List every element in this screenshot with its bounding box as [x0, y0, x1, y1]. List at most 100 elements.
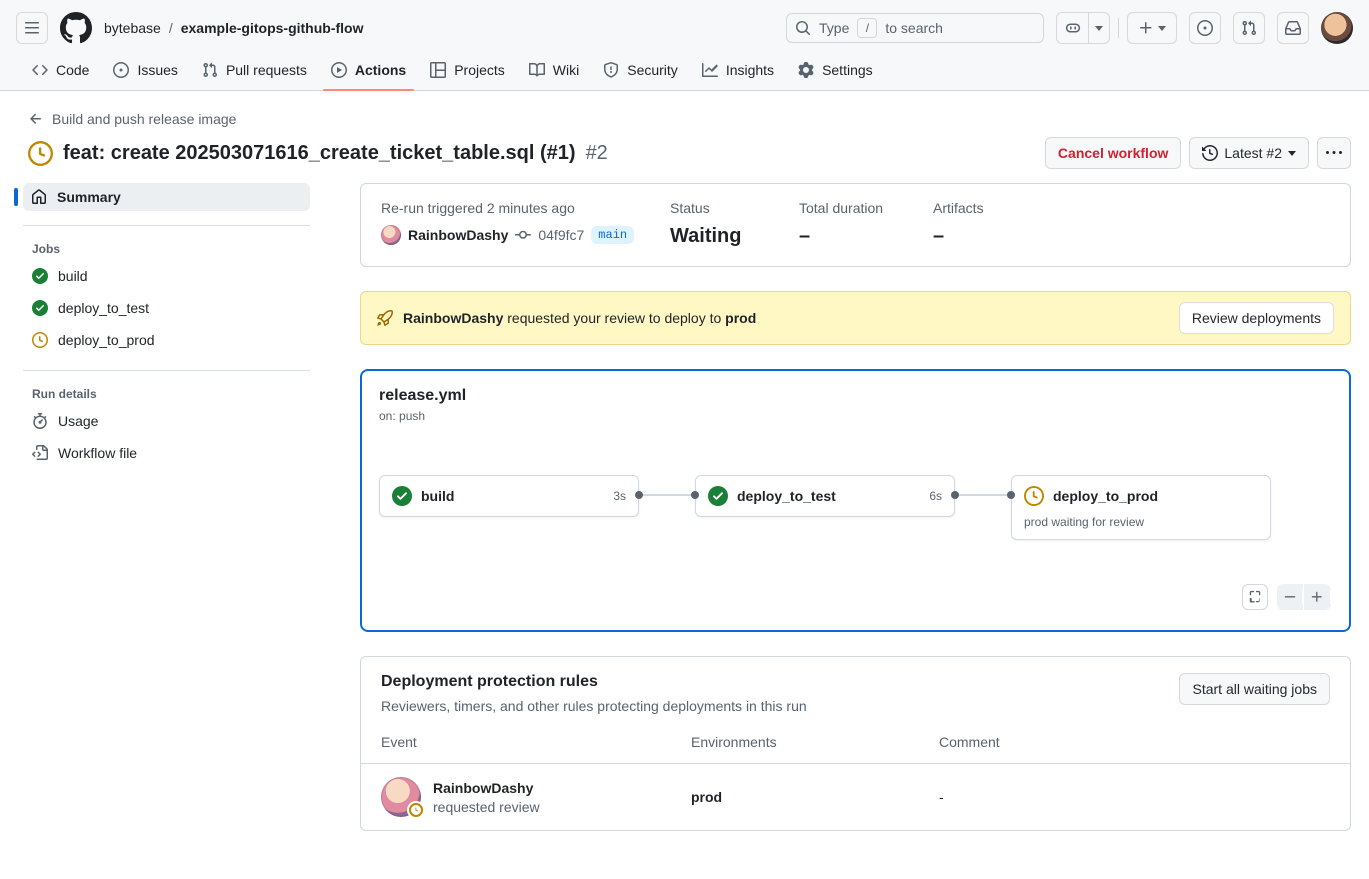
hamburger-menu-button[interactable] — [16, 12, 48, 44]
inbox-button[interactable] — [1277, 12, 1309, 44]
run-options-button[interactable] — [1317, 137, 1351, 169]
copilot-split-button — [1056, 12, 1110, 44]
graph-node-deploy-to-prod[interactable]: deploy_to_prod prod waiting for review — [1011, 475, 1271, 540]
run-detail-label: Usage — [58, 413, 98, 429]
graph-node-build[interactable]: build 3s — [379, 475, 639, 517]
node-label: deploy_to_test — [737, 488, 836, 504]
commit-sha[interactable]: 04f9fc7 — [538, 227, 584, 243]
tab-actions[interactable]: Actions — [323, 52, 414, 90]
actor-avatar[interactable] — [381, 225, 401, 245]
check-circle-icon — [32, 300, 48, 316]
tab-settings[interactable]: Settings — [790, 52, 881, 90]
repo-tab-nav: Code Issues Pull requests Actions Projec… — [16, 52, 1353, 90]
sidebar-item-usage[interactable]: Usage — [16, 405, 310, 437]
sidebar-job-build[interactable]: build — [16, 260, 310, 292]
tab-security[interactable]: Security — [595, 52, 686, 90]
fullscreen-button[interactable] — [1242, 584, 1268, 610]
sidebar-job-deploy-to-test[interactable]: deploy_to_test — [16, 292, 310, 324]
event-actor[interactable]: RainbowDashy — [433, 780, 540, 796]
global-header: bytebase / example-gitops-github-flow Ty… — [0, 0, 1369, 91]
pull-requests-dashboard-button[interactable] — [1233, 12, 1265, 44]
column-comment: Comment — [939, 734, 1330, 750]
gear-icon — [798, 62, 814, 78]
copilot-icon — [1065, 20, 1081, 36]
back-link[interactable]: Build and push release image — [28, 111, 236, 127]
plus-icon — [1138, 20, 1154, 36]
table-icon — [430, 62, 446, 78]
attempt-selector-label: Latest #2 — [1224, 145, 1282, 161]
cancel-workflow-button[interactable]: Cancel workflow — [1045, 137, 1181, 169]
tab-insights[interactable]: Insights — [694, 52, 782, 90]
tab-label: Insights — [726, 62, 774, 78]
jobs-heading: Jobs — [32, 242, 310, 256]
tab-label: Security — [627, 62, 678, 78]
banner-actor: RainbowDashy — [403, 310, 503, 326]
page-title: feat: create 202503071616_create_ticket_… — [63, 142, 576, 165]
duration-value: – — [799, 225, 933, 248]
job-label: deploy_to_test — [58, 300, 149, 316]
tab-code[interactable]: Code — [24, 52, 97, 90]
issues-dashboard-button[interactable] — [1189, 12, 1221, 44]
node-duration: 6s — [929, 489, 942, 503]
three-bars-icon — [24, 20, 40, 36]
job-label: deploy_to_prod — [58, 332, 155, 348]
breadcrumb-repo-link[interactable]: example-gitops-github-flow — [181, 20, 364, 36]
git-pull-request-icon — [1241, 20, 1257, 36]
issue-opened-icon — [113, 62, 129, 78]
tab-pull-requests[interactable]: Pull requests — [194, 52, 315, 90]
status-label: Status — [670, 200, 799, 216]
start-all-waiting-jobs-button[interactable]: Start all waiting jobs — [1179, 673, 1330, 705]
breadcrumb-owner-link[interactable]: bytebase — [104, 20, 161, 36]
review-deployments-button[interactable]: Review deployments — [1179, 302, 1334, 334]
workflow-graph: build 3s deploy_to_test 6s — [379, 475, 1332, 540]
attempt-selector-button[interactable]: Latest #2 — [1189, 137, 1309, 169]
tab-projects[interactable]: Projects — [422, 52, 513, 90]
kebab-horizontal-icon — [1326, 145, 1342, 161]
protection-rules-card: Deployment protection rules Reviewers, t… — [360, 656, 1351, 831]
zoom-in-button[interactable] — [1304, 584, 1331, 610]
zoom-out-button[interactable] — [1277, 584, 1304, 610]
branch-badge[interactable]: main — [591, 226, 634, 244]
create-new-button[interactable] — [1127, 12, 1177, 44]
sidebar-divider — [23, 225, 310, 226]
tab-label: Code — [56, 62, 89, 78]
clock-icon — [1024, 486, 1044, 506]
sidebar-item-workflow-file[interactable]: Workflow file — [16, 437, 310, 469]
actor-name[interactable]: RainbowDashy — [408, 227, 508, 243]
comment-value: - — [939, 789, 1330, 805]
sidebar-job-deploy-to-prod[interactable]: deploy_to_prod — [16, 324, 310, 356]
workflow-graph-card: release.yml on: push build 3s — [360, 369, 1351, 632]
reviewer-avatar[interactable] — [381, 777, 421, 817]
column-event: Event — [381, 734, 691, 750]
git-pull-request-icon — [202, 62, 218, 78]
tab-label: Settings — [822, 62, 873, 78]
header-divider — [1118, 18, 1119, 38]
screen-full-icon — [1248, 590, 1262, 604]
graph-connector — [955, 494, 1011, 496]
workflow-trigger: on: push — [379, 409, 1332, 423]
chevron-down-icon — [1158, 26, 1166, 31]
graph-icon — [702, 62, 718, 78]
tab-label: Projects — [454, 62, 505, 78]
github-logo[interactable] — [60, 12, 92, 44]
sidebar-item-summary[interactable]: Summary — [23, 183, 310, 211]
graph-connector — [639, 494, 695, 496]
tab-label: Pull requests — [226, 62, 307, 78]
status-value: Waiting — [670, 225, 799, 248]
artifacts-label: Artifacts — [933, 200, 1350, 216]
copilot-menu-button[interactable] — [1089, 13, 1109, 43]
issue-opened-icon — [1197, 20, 1213, 36]
run-status-clock-icon — [28, 141, 53, 166]
shield-icon — [603, 62, 619, 78]
banner-environment: prod — [725, 310, 756, 326]
tab-issues[interactable]: Issues — [105, 52, 185, 90]
job-label: build — [58, 268, 88, 284]
book-icon — [529, 62, 545, 78]
graph-node-deploy-to-test[interactable]: deploy_to_test 6s — [695, 475, 955, 517]
review-request-banner: RainbowDashy requested your review to de… — [360, 291, 1351, 345]
tab-label: Actions — [355, 62, 406, 78]
user-avatar[interactable] — [1321, 12, 1353, 44]
search-input[interactable]: Type / to search — [786, 13, 1044, 43]
copilot-button[interactable] — [1057, 13, 1089, 43]
tab-wiki[interactable]: Wiki — [521, 52, 587, 90]
